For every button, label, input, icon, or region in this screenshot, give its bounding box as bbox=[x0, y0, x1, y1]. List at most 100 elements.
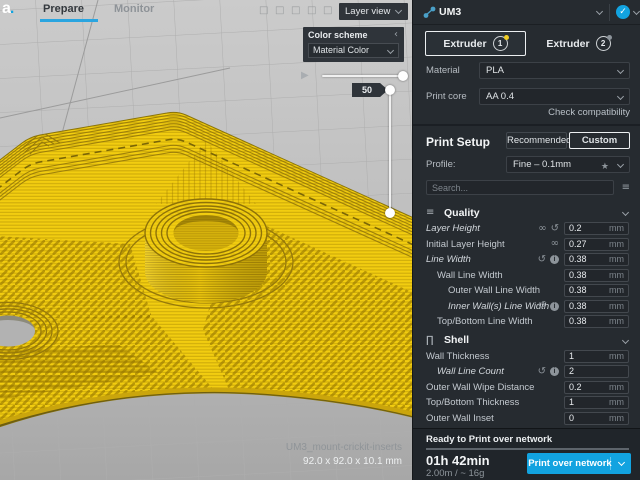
color-scheme-value: Material Color bbox=[313, 45, 369, 55]
undo-icon[interactable]: ↺ bbox=[538, 367, 546, 377]
chevron-down-icon[interactable] bbox=[633, 8, 640, 15]
view-mode-value: Layer view bbox=[345, 6, 390, 17]
setting-unit: mm bbox=[609, 223, 624, 234]
section-title: Shell bbox=[444, 334, 469, 346]
link-icon[interactable]: ∞ bbox=[551, 239, 559, 249]
setting-row-wall-line-width: Wall Line Width0.38mm bbox=[413, 268, 640, 284]
view-front-icon[interactable]: □ bbox=[275, 5, 284, 16]
viewport-3d[interactable]: a. Prepare Monitor □□□□□ Layer view Colo… bbox=[0, 0, 412, 480]
setting-value-field[interactable]: 0.27mm bbox=[564, 238, 629, 251]
setting-label: Outer Wall Line Width bbox=[448, 285, 540, 296]
setting-value-field[interactable]: 0.2mm bbox=[564, 222, 629, 235]
material-dropdown[interactable]: PLA bbox=[479, 62, 630, 79]
color-scheme-dropdown[interactable]: Material Color bbox=[308, 43, 399, 58]
tab-monitor[interactable]: Monitor bbox=[114, 3, 154, 15]
print-button-label: Print over network bbox=[527, 453, 613, 474]
profile-value: Fine – 0.1mm bbox=[513, 159, 571, 170]
model-name: UM3_mount-crickit-inserts bbox=[286, 442, 402, 453]
search-row: ≡ bbox=[413, 180, 640, 196]
path-slider-handle[interactable] bbox=[398, 71, 408, 81]
setting-row-top-bottom-line-width: Top/Bottom Line Width0.38mm bbox=[413, 314, 640, 330]
undo-icon[interactable]: ↺ bbox=[538, 301, 546, 311]
undo-icon[interactable]: ↺ bbox=[538, 255, 546, 265]
mode-button-recommended[interactable]: Recommended bbox=[506, 132, 567, 149]
setting-value-field[interactable]: 0.38mm bbox=[564, 284, 629, 297]
chevron-down-icon bbox=[617, 67, 624, 74]
profile-dropdown[interactable]: Fine – 0.1mm ★ bbox=[506, 156, 630, 173]
chevron-down-icon[interactable] bbox=[596, 8, 603, 15]
section-header-quality[interactable]: ≡Quality bbox=[413, 204, 640, 221]
view-3d-icon[interactable]: □ bbox=[259, 5, 268, 16]
setting-unit: mm bbox=[609, 254, 624, 265]
setting-value: 0 bbox=[569, 413, 574, 424]
setting-row-wall-line-count: Wall Line Count↺i2 bbox=[413, 364, 640, 380]
settings-list: ≡Quality Layer Height ∞ ↺ 0.2mm Initial Layer… bbox=[413, 202, 640, 428]
setting-value: 0.27 bbox=[569, 239, 587, 250]
view-right-icon[interactable]: □ bbox=[323, 5, 332, 16]
layer-slider-bottom-handle[interactable] bbox=[385, 208, 395, 218]
setting-label: Initial Layer Height bbox=[426, 239, 505, 250]
setting-label: Outer Wall Inset bbox=[426, 413, 494, 424]
setting-value-field[interactable]: 0.38mm bbox=[564, 253, 629, 266]
path-slider-track[interactable] bbox=[322, 75, 404, 77]
info-icon[interactable]: i bbox=[550, 302, 559, 311]
tab-prepare[interactable]: Prepare bbox=[43, 3, 84, 15]
undo-icon[interactable]: ↺ bbox=[551, 224, 559, 234]
info-icon[interactable]: i bbox=[550, 367, 559, 376]
setting-unit: mm bbox=[609, 351, 624, 362]
setting-value-field[interactable]: 0 mm bbox=[564, 412, 629, 425]
chevron-down-icon bbox=[618, 459, 625, 466]
machine-name[interactable]: UM3 bbox=[439, 6, 461, 18]
extruder-tabs: Extruder1Extruder2 bbox=[425, 31, 629, 56]
info-icon[interactable]: i bbox=[550, 255, 559, 264]
print-footer: Ready to Print over network 01h 42min 2.… bbox=[413, 428, 640, 480]
setting-unit: mm bbox=[609, 316, 624, 327]
progress-bar bbox=[426, 448, 629, 450]
extruder-tab-2[interactable]: Extruder2 bbox=[528, 31, 629, 56]
setting-row-initial-layer-height: Initial Layer Height ∞ 0.27mm bbox=[413, 237, 640, 253]
layer-slider-track[interactable] bbox=[389, 92, 391, 213]
settings-search-input[interactable] bbox=[426, 180, 614, 195]
setting-value-field[interactable]: 0.2mm bbox=[564, 381, 629, 394]
mode-button-custom[interactable]: Custom bbox=[569, 132, 630, 149]
link-icon[interactable]: ∞ bbox=[538, 224, 546, 234]
setting-row-outer-wall-inset: Outer Wall Inset 0 mm bbox=[413, 411, 640, 427]
setting-row-outer-wall-wipe-distance: Outer Wall Wipe Distance 0.2mm bbox=[413, 380, 640, 396]
extruder-tab-label: Extruder bbox=[443, 38, 486, 50]
printcore-dropdown[interactable]: AA 0.4 bbox=[479, 88, 630, 105]
setting-label: Layer Height bbox=[426, 223, 480, 234]
setting-row-top-bottom-thickness: Top/Bottom Thickness1mm bbox=[413, 395, 640, 411]
setting-state-icons: ↺i bbox=[538, 299, 559, 315]
play-simulation-button[interactable]: ▶ bbox=[301, 70, 309, 81]
setting-unit: mm bbox=[609, 397, 624, 408]
layer-slider-top-handle[interactable] bbox=[385, 85, 395, 95]
view-mode-dropdown[interactable]: Layer view bbox=[339, 3, 408, 20]
profile-label: Profile: bbox=[426, 159, 456, 170]
setting-label: Line Width bbox=[426, 254, 471, 265]
setting-unit: mm bbox=[609, 413, 624, 424]
cura-window: a. Prepare Monitor □□□□□ Layer view Colo… bbox=[0, 0, 640, 480]
setting-value-field[interactable]: 2 bbox=[564, 365, 629, 378]
status-text: Ready to Print over network bbox=[426, 434, 552, 445]
print-time-estimate: 01h 42min bbox=[426, 453, 490, 468]
view-top-icon[interactable]: □ bbox=[291, 5, 300, 16]
color-scheme-panel: Color scheme ‹ Material Color bbox=[303, 27, 404, 62]
collapse-panel-icon[interactable]: ‹ bbox=[394, 29, 398, 40]
print-over-network-button[interactable]: Print over network bbox=[527, 453, 631, 474]
setting-value-field[interactable]: 1mm bbox=[564, 396, 629, 409]
view-left-icon[interactable]: □ bbox=[307, 5, 316, 16]
setting-value-field[interactable]: 1mm bbox=[564, 350, 629, 363]
setting-value-field[interactable]: 0.38mm bbox=[564, 269, 629, 282]
extruder-tab-1[interactable]: Extruder1 bbox=[425, 31, 526, 56]
printcore-label: Print core bbox=[426, 91, 467, 102]
settings-menu-icon[interactable]: ≡ bbox=[622, 182, 630, 193]
check-compatibility-link[interactable]: Check compatibility bbox=[548, 107, 630, 118]
button-separator bbox=[610, 457, 611, 470]
setting-value-field[interactable]: 0.38mm bbox=[564, 300, 629, 313]
setting-row-line-width: Line Width ↺ i 0.38mm bbox=[413, 252, 640, 268]
section-header-shell[interactable]: ∏Shell bbox=[413, 332, 640, 349]
setting-label: Outer Wall Wipe Distance bbox=[426, 382, 534, 393]
connected-check-icon[interactable]: ✓ bbox=[616, 5, 630, 19]
setting-row-wall-thickness: Wall Thickness1mm bbox=[413, 349, 640, 365]
setting-value-field[interactable]: 0.38mm bbox=[564, 315, 629, 328]
